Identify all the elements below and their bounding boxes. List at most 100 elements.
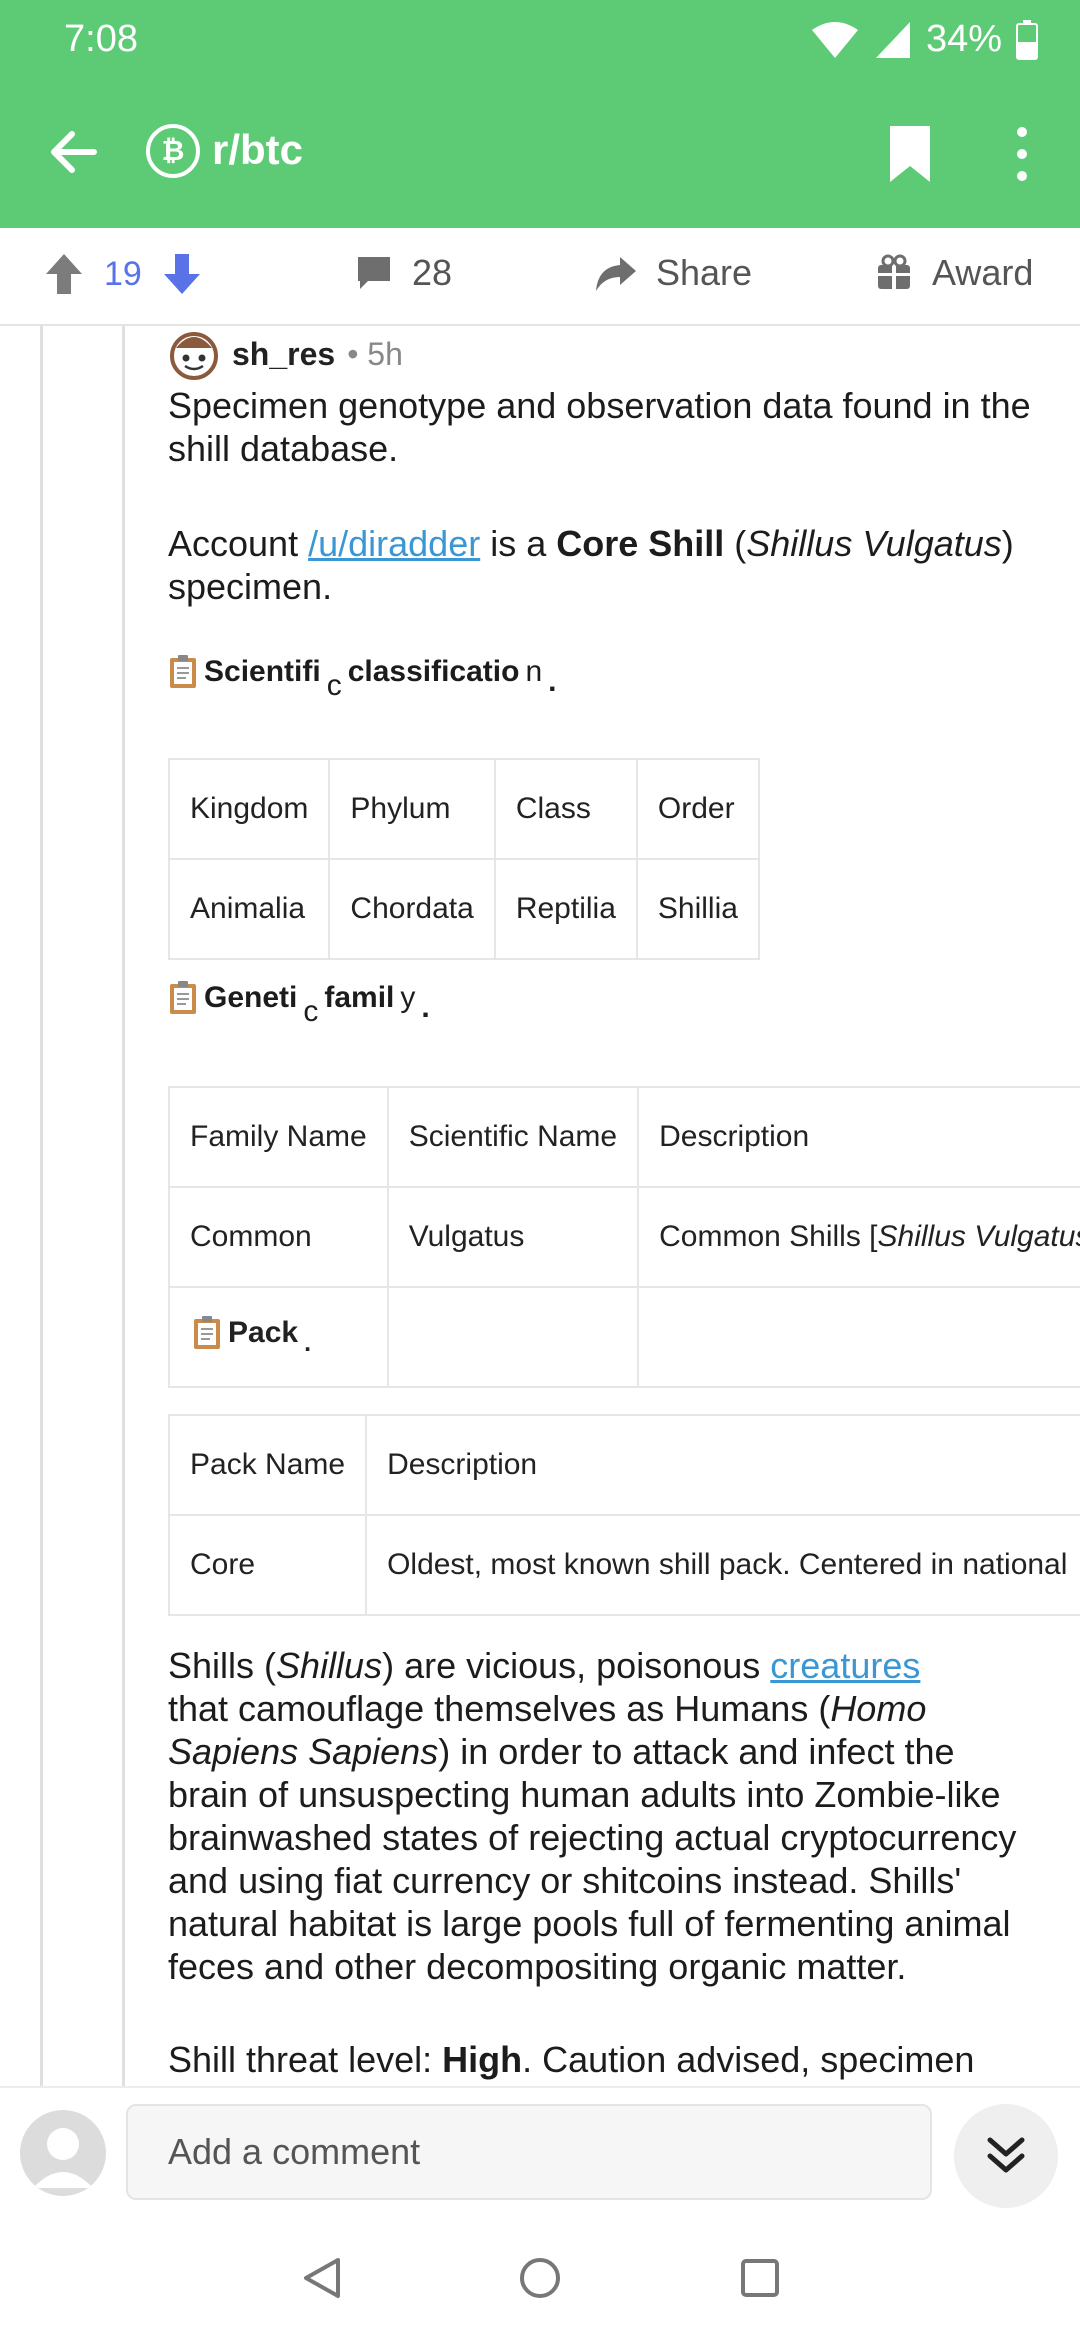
- text-span: Shills (: [168, 1645, 277, 1686]
- text-span: ) in order to attack and infect the: [438, 1731, 955, 1772]
- text-line: Sapiens Sapiens) in order to attack and …: [168, 1730, 1080, 1773]
- award-label: Award: [932, 252, 1034, 293]
- more-options-icon[interactable]: [1000, 124, 1044, 184]
- text-line: feces and other decompositing organic ma…: [168, 1946, 907, 1987]
- clipboard-icon: [170, 655, 196, 688]
- snoo-avatar-icon[interactable]: [168, 328, 220, 380]
- subreddit-icon[interactable]: ₿: [146, 124, 200, 178]
- table-cell: Chordata: [328, 858, 496, 960]
- table-cell: [386, 1286, 640, 1388]
- upvote-arrow-icon[interactable]: [44, 252, 84, 296]
- nav-recents-icon[interactable]: [740, 2258, 780, 2298]
- header-sub: c: [326, 669, 342, 702]
- table-row: Pack Name Description: [168, 1414, 1080, 1516]
- downvote-arrow-icon[interactable]: [162, 252, 202, 296]
- header-text: y: [400, 981, 416, 1014]
- table-cell: Core: [168, 1514, 368, 1616]
- header-text: classificatio: [347, 655, 520, 688]
- comment-header: sh_res • 5h: [168, 328, 403, 380]
- text-span: Shill threat level:: [168, 2039, 443, 2080]
- comment-age: • 5h: [347, 335, 403, 372]
- add-comment-input[interactable]: Add a comment: [126, 2104, 932, 2200]
- thread-line[interactable]: [122, 326, 125, 2086]
- comment-author[interactable]: sh_res: [232, 336, 335, 373]
- thread-line[interactable]: [40, 326, 43, 2086]
- share-arrow-icon: [596, 257, 636, 291]
- person-icon: [33, 2128, 93, 2188]
- header-sub: .: [304, 1328, 312, 1357]
- clipboard-icon: [170, 981, 196, 1014]
- cell-text: Common Shills [: [659, 1220, 878, 1253]
- italic-text: Shillus: [276, 1645, 383, 1686]
- text-span: ) are vicious, poisonous: [382, 1645, 771, 1686]
- table-row: Pack.: [168, 1286, 1080, 1388]
- status-bar: 7:08 34%: [0, 0, 1080, 80]
- italic-text: Shillus Vulgatus: [746, 523, 1002, 564]
- header-text: Pack: [228, 1316, 299, 1349]
- subreddit-name[interactable]: r/btc: [212, 126, 303, 174]
- nav-home-icon[interactable]: [518, 2256, 562, 2300]
- table-cell: Vulgatus: [386, 1186, 640, 1288]
- bookmark-icon[interactable]: [886, 124, 934, 184]
- user-avatar[interactable]: [20, 2110, 106, 2196]
- share-label: Share: [656, 252, 753, 293]
- table-cell: Phylum: [328, 758, 496, 860]
- header-text: n: [525, 655, 543, 688]
- header-sub: c: [303, 995, 319, 1028]
- table-cell: Family Name: [168, 1086, 389, 1188]
- family-table-container[interactable]: Family Name Scientific Name Description …: [168, 1086, 1080, 1406]
- text-line: Shills (Shillus) are vicious, poisonous …: [168, 1644, 1080, 1687]
- header-text: Geneti: [204, 981, 298, 1014]
- section-header-classification: Scientifi c classificatio n.: [168, 654, 557, 702]
- table-cell: Reptilia: [493, 858, 638, 960]
- nav-back-icon[interactable]: [300, 2256, 344, 2300]
- table-cell: Common: [168, 1186, 389, 1288]
- battery-percent: 34%: [925, 18, 1002, 60]
- table-cell: Scientific Name: [386, 1086, 640, 1188]
- pack-header: Pack.: [192, 1315, 311, 1357]
- text-span: . Caution advised, specimen: [522, 2039, 975, 2080]
- table-cell: Pack.: [168, 1286, 389, 1388]
- text-line: that camouflage themselves as Humans (Ho…: [168, 1687, 1080, 1730]
- comments-count: 28: [412, 252, 453, 293]
- italic-text: Homo: [830, 1688, 927, 1729]
- comment-thread: sh_res • 5h Specimen genotype and observ…: [0, 326, 1080, 2086]
- comments-button[interactable]: 28: [354, 252, 452, 294]
- double-chevron-down-icon: [987, 2137, 1025, 2173]
- collapse-button[interactable]: [954, 2104, 1058, 2208]
- battery-icon: [1016, 19, 1038, 60]
- text-span: Account: [168, 523, 309, 564]
- table-cell: Common Shills [Shillus Vulgatus: [637, 1186, 1080, 1288]
- text-span: (: [724, 523, 747, 564]
- comment-paragraph: Account /u/diradder is a Core Shill (Shi…: [168, 522, 1068, 608]
- table-cell: Oldest, most known shill pack. Centered …: [365, 1514, 1080, 1616]
- text-span: that camouflage themselves as Humans (: [168, 1688, 831, 1729]
- text-span: is a: [480, 523, 557, 564]
- table-cell: Shillia: [635, 858, 760, 960]
- back-arrow-icon[interactable]: [44, 122, 104, 182]
- table-cell: Pack Name: [168, 1414, 368, 1516]
- system-nav-bar: [0, 2216, 1080, 2340]
- table-cell: Kingdom: [167, 758, 331, 860]
- award-button[interactable]: Award: [874, 252, 1033, 294]
- table-cell: Class: [493, 758, 638, 860]
- creatures-link[interactable]: creatures: [770, 1645, 920, 1686]
- share-button[interactable]: Share: [594, 252, 752, 294]
- comment-bubble-icon: [358, 257, 390, 289]
- italic-text: Sapiens Sapiens: [168, 1731, 439, 1772]
- table-cell: Description: [637, 1086, 1080, 1188]
- family-table: Family Name Scientific Name Description …: [168, 1086, 1080, 1388]
- comment-input-bar: Add a comment: [0, 2086, 1080, 2216]
- status-time: 7:08: [64, 18, 138, 60]
- table-row: Kingdom Phylum Class Order: [167, 758, 760, 860]
- table-row: Family Name Scientific Name Description: [168, 1086, 1080, 1188]
- table-cell: [637, 1286, 1080, 1388]
- comment-paragraph: Specimen genotype and observation data f…: [168, 385, 1031, 469]
- user-link[interactable]: /u/diradder: [308, 523, 480, 564]
- header-sub: .: [548, 665, 557, 698]
- gift-icon: [878, 254, 910, 289]
- cell-italic: Shillus Vulgatus: [877, 1220, 1080, 1253]
- wifi-icon: [811, 21, 858, 58]
- section-header-genetic-family: Geneti c famil y.: [168, 980, 430, 1028]
- pack-table-container[interactable]: Pack Name Description Core Oldest, most …: [168, 1414, 1080, 1624]
